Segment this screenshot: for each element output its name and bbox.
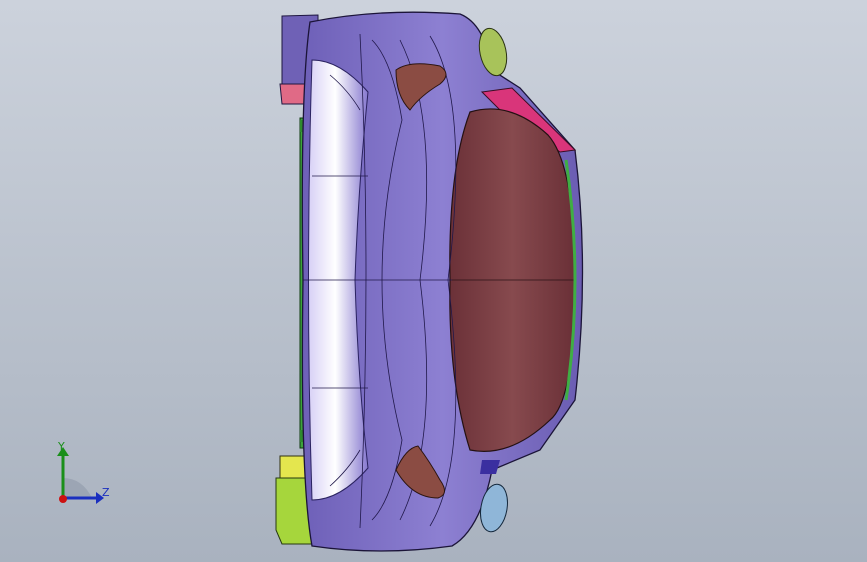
view-triad: Y Z [40, 438, 130, 518]
z-axis-label: Z [102, 486, 110, 499]
graphics-viewport[interactable]: Y Z [0, 0, 867, 562]
cad-model[interactable] [0, 0, 867, 562]
x-axis-dot [59, 495, 67, 503]
rear-pink-edge [279, 83, 306, 105]
lower-blue-edge [480, 460, 500, 474]
y-axis-label: Y [58, 440, 65, 453]
triad-graphic [57, 447, 104, 504]
triad-xy-plane [63, 478, 92, 498]
